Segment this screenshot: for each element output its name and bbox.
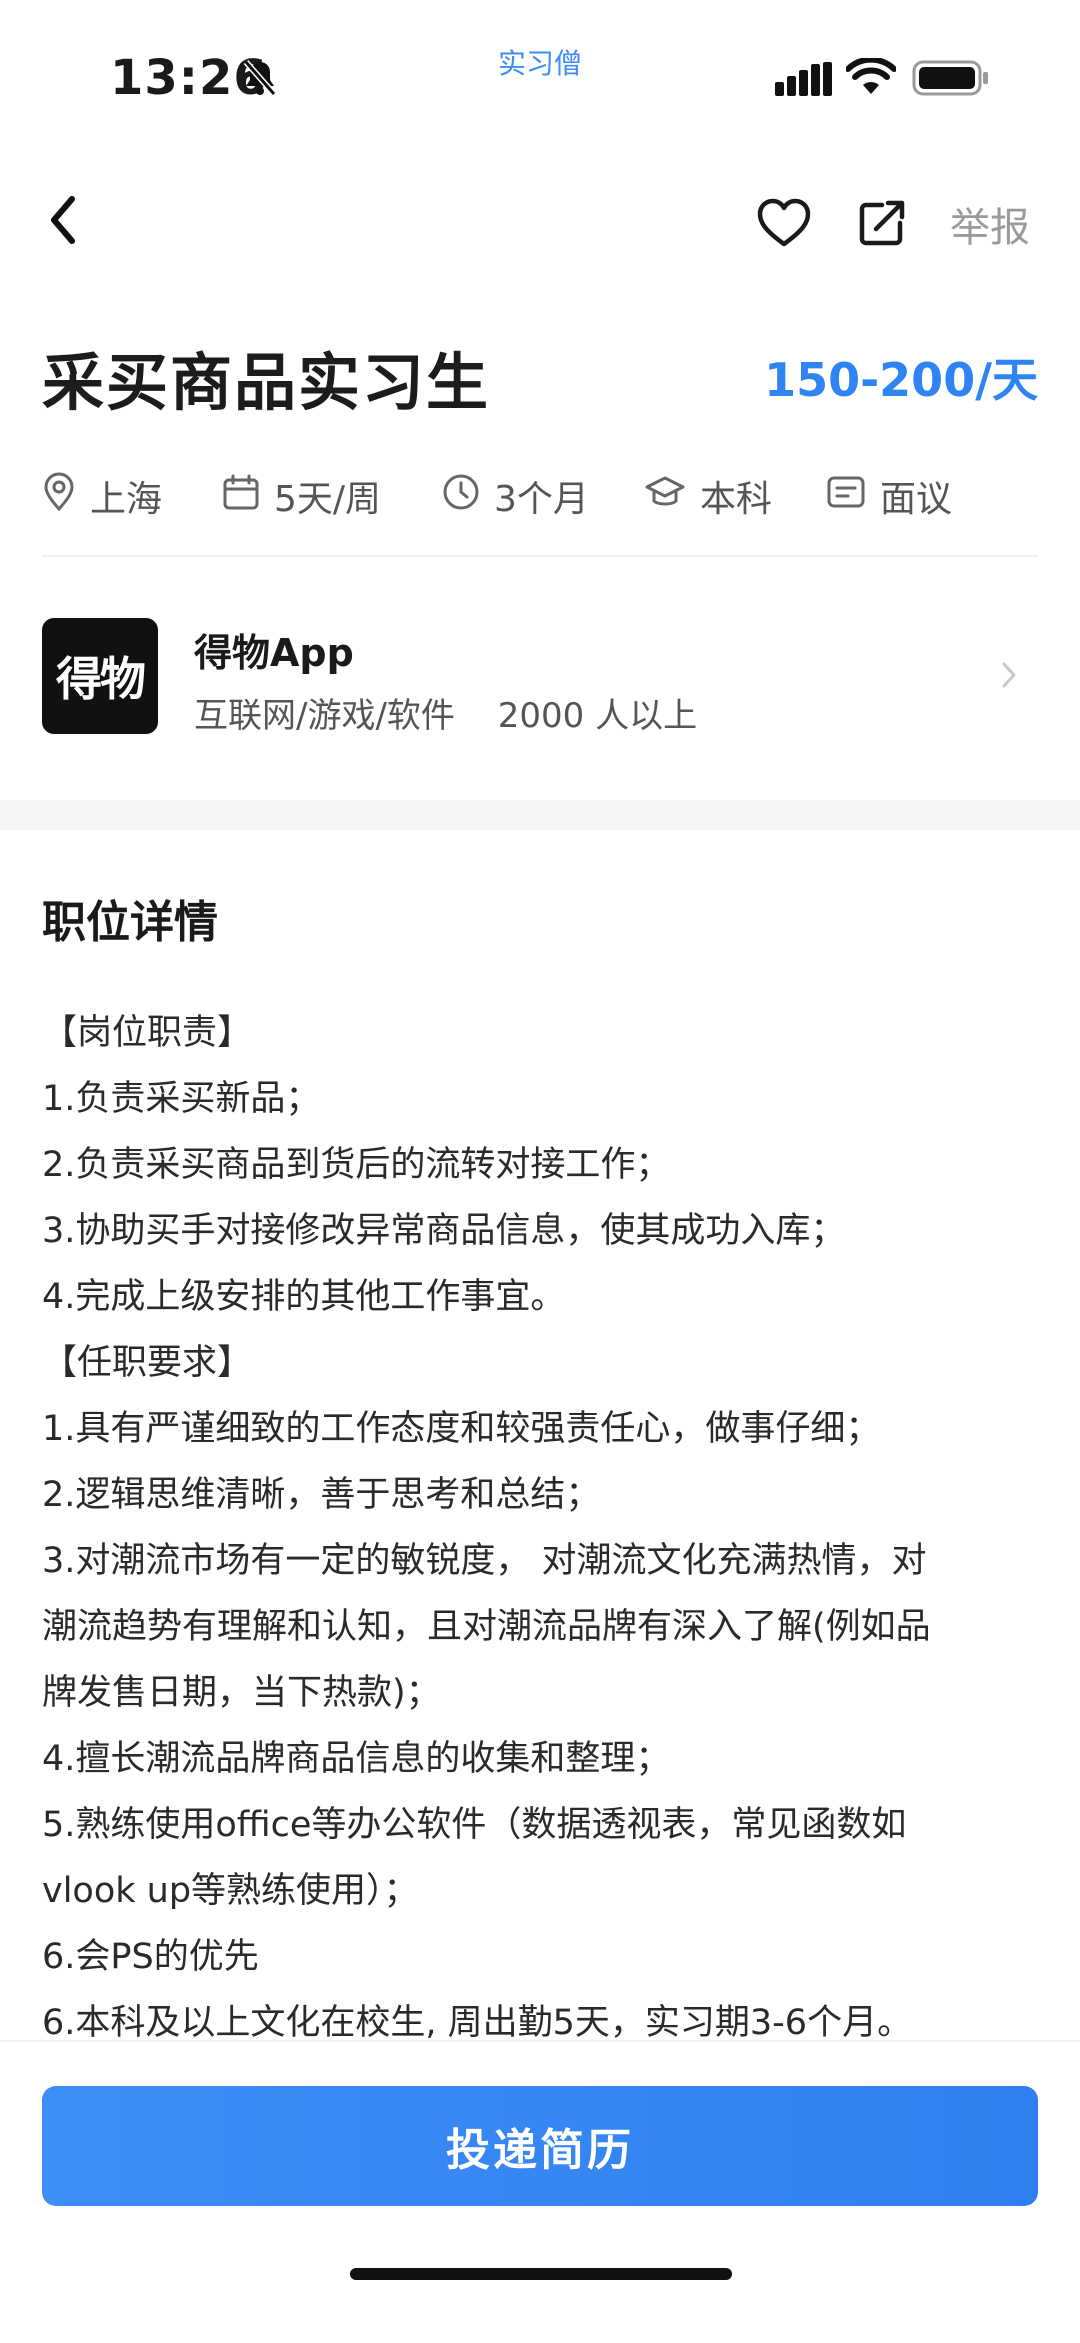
- tag-education: 本科: [644, 470, 772, 522]
- description-line: 1.负责采买新品；: [42, 1079, 321, 1119]
- tag-duration: 3个月: [442, 470, 589, 522]
- company-industry: 互联网/游戏/软件: [194, 696, 455, 736]
- tag-label: 面议: [880, 479, 953, 520]
- description-line: 牌发售日期，当下热款)；: [42, 1673, 441, 1713]
- apply-resume-button[interactable]: 投递简历: [42, 2086, 1038, 2206]
- tag-label: 5天/周: [274, 479, 382, 520]
- location-icon: [42, 472, 76, 521]
- company-meta: 互联网/游戏/软件 2000 人以上: [194, 688, 697, 737]
- wifi-icon: [845, 56, 897, 100]
- tag-label: 本科: [700, 479, 773, 520]
- interview-icon: [826, 474, 866, 519]
- description-line: 6.会PS的优先: [42, 1937, 259, 1977]
- nav-bar: 举报: [0, 175, 1080, 275]
- clock-icon: [442, 473, 480, 520]
- job-salary: 150-200/天: [764, 353, 1038, 407]
- job-description: 【岗位职责】 1.负责采买新品； 2.负责采买商品到货后的流转对接工作； 3.协…: [42, 1000, 1042, 2056]
- description-line: 1.具有严谨细致的工作态度和较强责任心，做事仔细；: [42, 1409, 881, 1449]
- company-card[interactable]: 得物 得物App 互联网/游戏/软件 2000 人以上: [0, 590, 1080, 760]
- battery-icon: [912, 58, 990, 102]
- description-line: 【任职要求】: [42, 1343, 253, 1383]
- back-icon[interactable]: [48, 195, 78, 249]
- status-bar: 13:26 实习僧: [0, 0, 1080, 140]
- company-name: 得物App: [194, 631, 354, 675]
- education-icon: [644, 474, 686, 519]
- description-line: 【岗位职责】: [42, 1013, 253, 1053]
- tag-days: 5天/周: [222, 470, 381, 522]
- company-size: 2000 人以上: [497, 696, 698, 736]
- tag-location: 上海: [42, 470, 162, 522]
- home-indicator[interactable]: [350, 2268, 732, 2280]
- heart-icon[interactable]: [756, 197, 812, 253]
- tag-label: 3个月: [494, 479, 589, 520]
- share-icon[interactable]: [856, 197, 908, 253]
- company-logo: 得物: [42, 618, 158, 734]
- signal-icon: [775, 62, 833, 100]
- job-tags: 上海 5天/周 3个月 本科 面议: [42, 470, 1042, 522]
- report-button[interactable]: 举报: [950, 195, 1030, 253]
- description-line: 3.协助买手对接修改异常商品信息，使其成功入库；: [42, 1211, 846, 1251]
- tag-label: 上海: [90, 479, 163, 520]
- chevron-right-icon: [1000, 660, 1018, 694]
- job-title: 采买商品实习生: [42, 346, 491, 419]
- description-line: 3.对潮流市场有一定的敏锐度， 对潮流文化充满热情，对: [42, 1541, 927, 1581]
- description-line: 4.完成上级安排的其他工作事宜。: [42, 1277, 566, 1317]
- bottom-bar: 投递简历: [0, 2040, 1080, 2343]
- tag-pay: 面议: [826, 470, 952, 522]
- description-line: 5.熟练使用office等办公软件（数据透视表，常见函数如: [42, 1805, 907, 1845]
- description-line: vlook up等熟练使用）；: [42, 1871, 419, 1911]
- divider: [42, 555, 1038, 557]
- details-title: 职位详情: [42, 897, 218, 948]
- description-line: 潮流趋势有理解和认知，且对潮流品牌有深入了解(例如品: [42, 1607, 931, 1647]
- description-line: 2.负责采买商品到货后的流转对接工作；: [42, 1145, 671, 1185]
- description-line: 2.逻辑思维清晰，善于思考和总结；: [42, 1475, 601, 1515]
- section-separator: [0, 800, 1080, 830]
- calendar-icon: [222, 473, 260, 520]
- description-line: 4.擅长潮流品牌商品信息的收集和整理；: [42, 1739, 671, 1779]
